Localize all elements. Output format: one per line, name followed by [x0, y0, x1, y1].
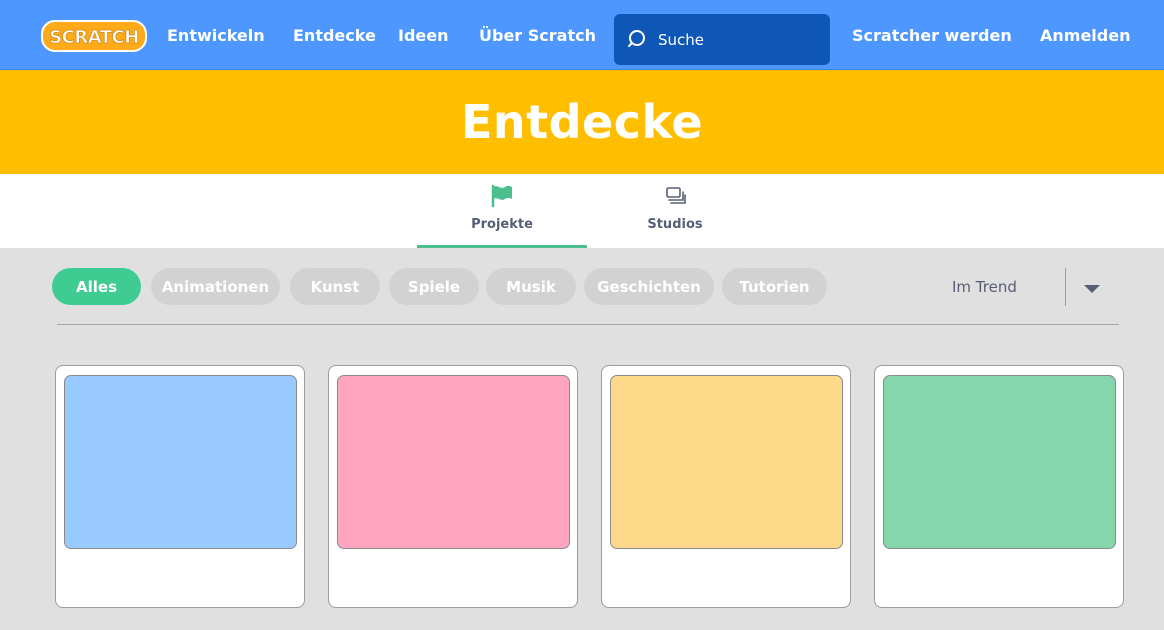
chevron-down-icon: [1084, 285, 1100, 293]
studios-icon: [663, 184, 687, 208]
search-icon: [626, 27, 650, 51]
scratch-logo[interactable]: SCRATCH: [40, 20, 148, 52]
logo-text: SCRATCH: [49, 27, 139, 48]
category-filter-bar: Alles Animationen Kunst Spiele Musik Ges…: [52, 268, 1120, 306]
nav-link-explore[interactable]: Entdecke: [293, 0, 376, 70]
explore-banner: Entdecke: [0, 70, 1164, 174]
filter-pill-animations[interactable]: Animationen: [151, 268, 280, 305]
explore-content: Alles Animationen Kunst Spiele Musik Ges…: [0, 248, 1164, 630]
nav-link-create[interactable]: Entwickeln: [167, 0, 265, 70]
tab-projects-label: Projekte: [471, 217, 533, 232]
search-input[interactable]: [658, 14, 826, 65]
flag-icon: [490, 184, 514, 208]
tab-studios[interactable]: Studios: [590, 174, 760, 248]
tab-bar: Projekte Studios: [0, 174, 1164, 248]
project-card[interactable]: [874, 365, 1124, 608]
sort-dropdown[interactable]: Im Trend: [952, 268, 1120, 306]
sort-divider: [1065, 268, 1066, 306]
filter-divider: [57, 324, 1119, 325]
project-card[interactable]: [328, 365, 578, 608]
filter-pill-stories[interactable]: Geschichten: [584, 268, 714, 305]
project-card[interactable]: [55, 365, 305, 608]
tab-studios-label: Studios: [647, 217, 703, 232]
search-box: [614, 14, 830, 65]
page-title: Entdecke: [460, 95, 704, 149]
filter-pill-tutorials[interactable]: Tutorien: [722, 268, 827, 305]
filter-pill-games[interactable]: Spiele: [389, 268, 479, 305]
filter-pill-all[interactable]: Alles: [52, 268, 141, 305]
top-navbar: SCRATCH Entwickeln Entdecke Ideen Über S…: [0, 0, 1164, 70]
nav-link-ideas[interactable]: Ideen: [398, 0, 449, 70]
project-thumbnail[interactable]: [610, 375, 843, 549]
project-thumbnail[interactable]: [337, 375, 570, 549]
join-scratch-link[interactable]: Scratcher werden: [852, 0, 1012, 70]
filter-pill-art[interactable]: Kunst: [290, 268, 380, 305]
filter-pill-music[interactable]: Musik: [486, 268, 576, 305]
project-thumbnail[interactable]: [64, 375, 297, 549]
nav-link-about[interactable]: Über Scratch: [479, 0, 596, 70]
sort-selected-label: Im Trend: [952, 278, 1017, 296]
tab-projects[interactable]: Projekte: [417, 174, 587, 248]
project-card[interactable]: [601, 365, 851, 608]
sign-in-link[interactable]: Anmelden: [1040, 0, 1130, 70]
project-thumbnail[interactable]: [883, 375, 1116, 549]
